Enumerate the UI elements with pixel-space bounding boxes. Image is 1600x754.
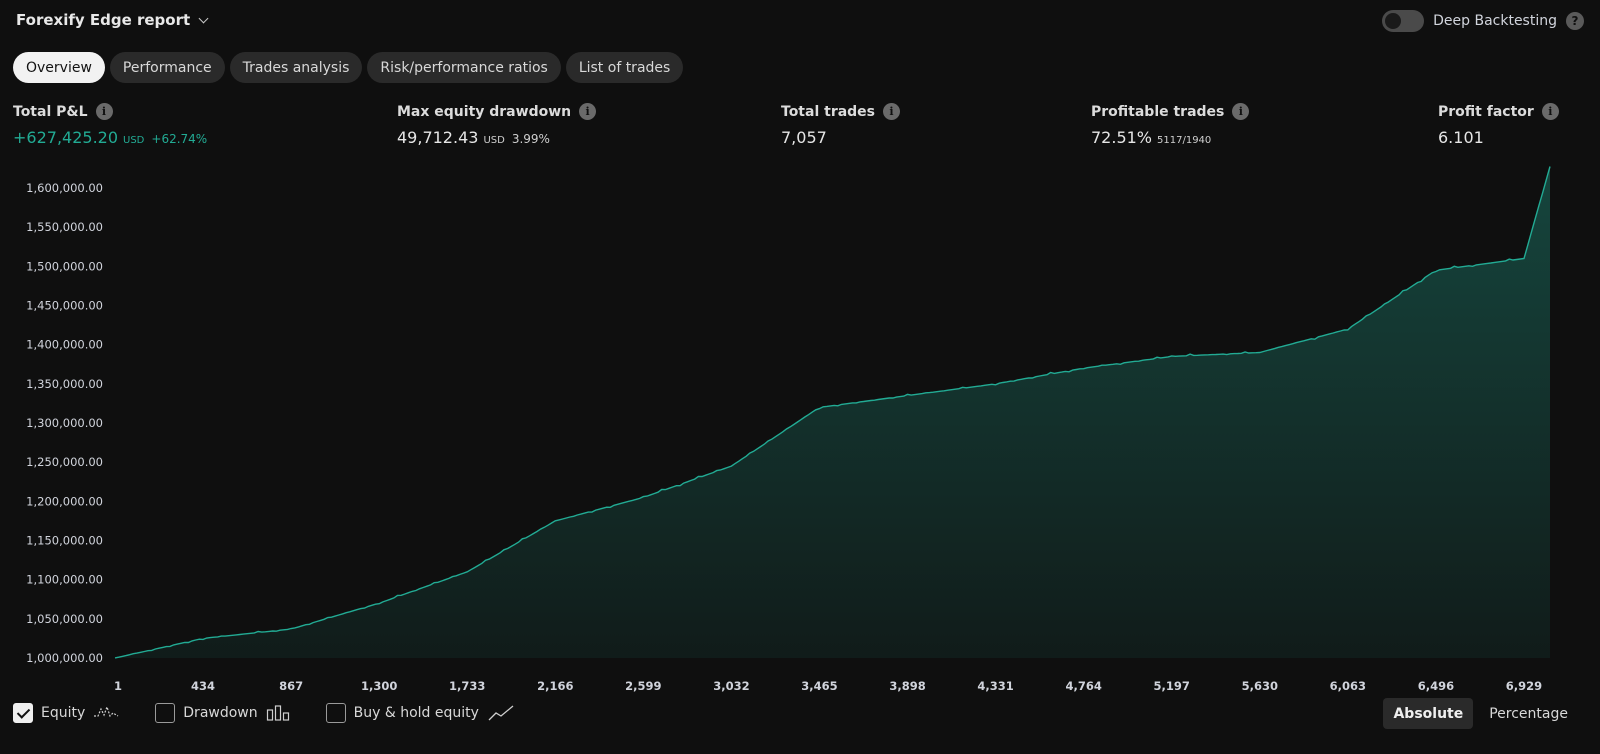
x-tick-label: 6,063 bbox=[1330, 679, 1366, 693]
equity-chart[interactable]: 1,000,000.00 1,050,000.00 1,100,000.00 1,15… bbox=[0, 160, 1600, 696]
deep-backtesting-control: Deep Backtesting ? bbox=[1382, 10, 1584, 32]
y-tick-label: 1,500,000.00 bbox=[26, 259, 103, 273]
y-tick-label: 1,100,000.00 bbox=[26, 573, 103, 587]
x-tick-label: 3,465 bbox=[801, 679, 837, 693]
metric-total-pnl: Total P&L i +627,425.20 USD +62.74% bbox=[13, 103, 207, 147]
legend-equity[interactable]: Equity bbox=[13, 703, 119, 723]
metric-label: Total trades bbox=[781, 103, 876, 120]
metric-profitable-trades: Profitable trades i 72.51% 5117/1940 bbox=[1091, 103, 1250, 147]
y-tick-label: 1,350,000.00 bbox=[26, 377, 103, 391]
x-tick-label: 6,496 bbox=[1418, 679, 1454, 693]
info-icon[interactable]: i bbox=[1232, 103, 1250, 120]
x-tick-label: 1,300 bbox=[361, 679, 397, 693]
max-drawdown-percent: 3.99% bbox=[511, 132, 550, 146]
metric-label: Max equity drawdown bbox=[397, 103, 572, 120]
report-title: Forexify Edge report bbox=[16, 11, 191, 29]
x-tick-label: 4,764 bbox=[1065, 679, 1101, 693]
info-icon[interactable]: i bbox=[1541, 103, 1559, 120]
y-axis: 1,000,000.00 1,050,000.00 1,100,000.00 1,15… bbox=[26, 181, 103, 665]
max-drawdown-unit: USD bbox=[483, 135, 505, 146]
legend-drawdown-label: Drawdown bbox=[183, 705, 258, 721]
toggle-knob bbox=[1385, 13, 1402, 29]
tab-risk-performance-ratios[interactable]: Risk/performance ratios bbox=[367, 52, 561, 83]
y-tick-label: 1,400,000.00 bbox=[26, 338, 103, 352]
buyhold-line-icon bbox=[488, 705, 514, 721]
info-icon[interactable]: i bbox=[95, 103, 113, 120]
mode-absolute[interactable]: Absolute bbox=[1383, 698, 1474, 729]
x-tick-label: 434 bbox=[191, 679, 215, 693]
y-tick-label: 1,250,000.00 bbox=[26, 455, 103, 469]
y-tick-label: 1,450,000.00 bbox=[26, 299, 103, 313]
chevron-down-icon bbox=[198, 13, 209, 23]
tab-performance[interactable]: Performance bbox=[109, 52, 225, 83]
profitable-trades-ratio: 5117/1940 bbox=[1157, 135, 1212, 146]
equity-checkbox[interactable] bbox=[13, 703, 33, 723]
question-icon[interactable]: ? bbox=[1566, 12, 1584, 30]
y-tick-label: 1,200,000.00 bbox=[26, 494, 103, 508]
x-axis: 1 434 867 1,300 1,733 2,166 2,599 3,032 3,465 3,8… bbox=[114, 679, 1542, 693]
tab-overview[interactable]: Overview bbox=[13, 52, 105, 83]
info-icon[interactable]: i bbox=[579, 103, 597, 120]
y-tick-label: 1,050,000.00 bbox=[26, 612, 103, 626]
total-pnl-value: +627,425.20 bbox=[13, 128, 119, 147]
drawdown-checkbox[interactable] bbox=[155, 703, 176, 723]
report-header: Forexify Edge report Deep Backtesting ? bbox=[0, 0, 1600, 44]
max-drawdown-value: 49,712.43 bbox=[397, 128, 479, 147]
y-tick-label: 1,550,000.00 bbox=[26, 220, 103, 234]
tab-list-of-trades[interactable]: List of trades bbox=[565, 52, 684, 83]
report-tabs: Overview Performance Trades analysis Ris… bbox=[13, 52, 684, 83]
info-icon[interactable]: i bbox=[883, 103, 901, 120]
x-tick-label: 2,166 bbox=[537, 679, 573, 693]
total-pnl-unit: USD bbox=[123, 135, 145, 146]
y-tick-label: 1,300,000.00 bbox=[26, 416, 103, 430]
x-tick-label: 5,630 bbox=[1242, 679, 1278, 693]
tab-trades-analysis[interactable]: Trades analysis bbox=[229, 52, 363, 83]
chart-legend: Equity Drawdown Buy & hold equity bbox=[13, 703, 551, 723]
metric-label: Total P&L bbox=[13, 103, 88, 120]
x-tick-label: 867 bbox=[279, 679, 303, 693]
y-tick-label: 1,600,000.00 bbox=[26, 181, 103, 195]
metric-max-drawdown: Max equity drawdown i 49,712.43 USD 3.99% bbox=[397, 103, 597, 147]
metric-label: Profit factor bbox=[1438, 103, 1534, 120]
total-pnl-percent: +62.74% bbox=[151, 132, 208, 146]
legend-buy-hold-label: Buy & hold equity bbox=[353, 705, 479, 721]
legend-equity-label: Equity bbox=[41, 705, 86, 721]
deep-backtesting-label: Deep Backtesting bbox=[1433, 13, 1557, 29]
x-tick-label: 1,733 bbox=[449, 679, 485, 693]
metric-label: Profitable trades bbox=[1091, 103, 1225, 120]
metric-total-trades: Total trades i 7,057 bbox=[781, 103, 901, 147]
report-title-dropdown[interactable]: Forexify Edge report bbox=[16, 11, 209, 29]
total-trades-value: 7,057 bbox=[781, 128, 827, 147]
profitable-trades-value: 72.51% bbox=[1091, 128, 1153, 147]
x-tick-label: 3,898 bbox=[889, 679, 925, 693]
scale-mode-toggle: Absolute Percentage bbox=[1383, 698, 1578, 729]
legend-buy-hold[interactable]: Buy & hold equity bbox=[325, 703, 515, 723]
profit-factor-value: 6.101 bbox=[1438, 128, 1484, 147]
x-tick-label: 1 bbox=[114, 679, 122, 693]
mode-percentage[interactable]: Percentage bbox=[1479, 698, 1578, 729]
drawdown-bars-icon bbox=[266, 705, 289, 721]
y-tick-label: 1,000,000.00 bbox=[26, 651, 103, 665]
x-tick-label: 2,599 bbox=[625, 679, 661, 693]
legend-drawdown[interactable]: Drawdown bbox=[155, 703, 289, 723]
x-tick-label: 4,331 bbox=[977, 679, 1013, 693]
deep-backtesting-toggle[interactable] bbox=[1382, 10, 1425, 32]
buy-hold-checkbox[interactable] bbox=[325, 703, 346, 723]
x-tick-label: 3,032 bbox=[713, 679, 749, 693]
equity-area bbox=[115, 166, 1550, 658]
x-tick-label: 5,197 bbox=[1154, 679, 1190, 693]
x-tick-label: 6,929 bbox=[1506, 679, 1542, 693]
equity-line-icon bbox=[94, 705, 119, 718]
y-tick-label: 1,150,000.00 bbox=[26, 534, 103, 548]
metric-profit-factor: Profit factor i 6.101 bbox=[1438, 103, 1559, 147]
